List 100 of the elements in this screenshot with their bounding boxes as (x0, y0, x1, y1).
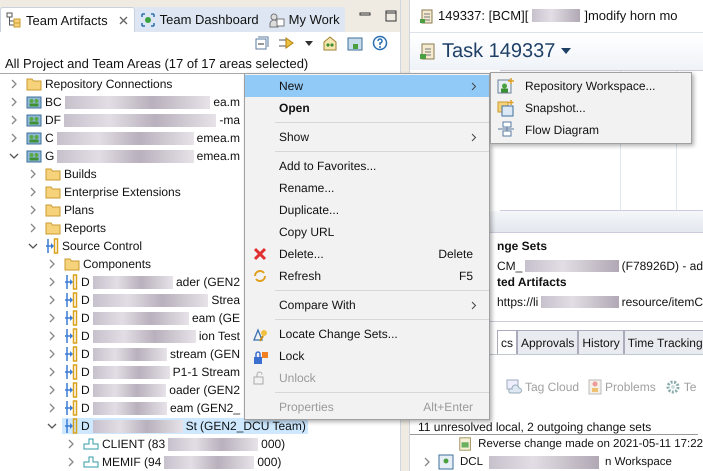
folder-icon (45, 167, 61, 181)
chevron-right-icon[interactable] (28, 187, 38, 197)
tree-label[interactable]: Repository Connections (24, 77, 242, 91)
tree-label[interactable]: Builds (43, 167, 242, 181)
tree-label-text: Strea (211, 293, 240, 307)
tree-label-text: D (81, 311, 90, 325)
tree-label[interactable]: D ion Test (62, 328, 242, 344)
stream-icon (64, 364, 78, 380)
tree-label[interactable]: BC ea.m (24, 95, 242, 109)
stream-icon (64, 292, 78, 308)
tree-label-text: Components (83, 257, 152, 271)
tree-label[interactable]: Source Control (43, 238, 242, 254)
tree-label[interactable]: D eam (GE (62, 310, 242, 326)
tree-label[interactable]: Plans (43, 203, 242, 217)
menu-item[interactable]: Add to Favorites... (245, 155, 489, 177)
tree-label[interactable]: C emea.m (24, 131, 242, 145)
chevron-right-icon[interactable] (47, 313, 57, 323)
link-text[interactable]: (F78926D) - ad (622, 259, 703, 274)
tree-label-text: P1-1 Stream (172, 365, 240, 379)
tree-label[interactable]: D oader (GEN2 (62, 382, 242, 398)
link-text[interactable]: CM_ (497, 259, 522, 274)
editor-tab[interactable]: Time Tracking (624, 330, 703, 354)
folder-icon (26, 77, 42, 91)
tree-label-text: D (81, 329, 90, 343)
collapse-all-icon[interactable] (255, 36, 269, 50)
tree-label[interactable]: Enterprise Extensions (43, 185, 242, 199)
chevron-right-icon[interactable] (66, 457, 76, 467)
problems-icon (588, 378, 602, 395)
menu-item[interactable]: New (245, 75, 489, 97)
editor-tab-title[interactable]: 149337: [BCM][ (438, 8, 528, 24)
tree-label[interactable]: D eam (GEN2_ (62, 400, 242, 416)
chevron-right-icon[interactable] (28, 223, 38, 233)
menu-item[interactable]: Lock (245, 345, 489, 367)
chevron-right-icon[interactable] (47, 403, 57, 413)
chevron-right-icon[interactable] (422, 457, 432, 468)
menu-item[interactable]: Copy URL (245, 221, 489, 243)
dropdown-caret-icon[interactable] (305, 40, 313, 46)
view-tab[interactable]: Team Artifacts (0, 7, 135, 32)
tree-label[interactable]: DF -ma (24, 113, 242, 127)
maximize-icon[interactable] (384, 10, 397, 22)
link-text[interactable]: https://li (497, 295, 538, 310)
view-tab[interactable]: Team Dashboard (134, 7, 264, 32)
dropdown-caret-icon[interactable] (561, 48, 572, 54)
menu-item[interactable]: Open (245, 97, 489, 119)
view-tab[interactable]: My Work (264, 7, 345, 32)
tree-label[interactable]: D St (GEN2_DCU Team) (62, 418, 308, 434)
flow-diagram-icon (497, 121, 515, 137)
chevron-right-icon[interactable] (9, 133, 19, 143)
chevron-right-icon[interactable] (47, 349, 57, 359)
team-area-icon (26, 113, 42, 127)
editor-tab[interactable]: History (578, 330, 624, 354)
menu-item[interactable]: Compare With (245, 294, 489, 316)
editor-tab[interactable]: Approvals (517, 330, 578, 354)
menu-item[interactable]: Show (245, 126, 489, 148)
editor-tab-title[interactable]: ]modify horn mo (584, 8, 678, 24)
chevron-right-icon[interactable] (9, 115, 19, 125)
menu-item[interactable]: Duplicate... (245, 199, 489, 221)
menu-item[interactable]: Locate Change Sets... (245, 323, 489, 345)
chevron-right-icon[interactable] (28, 205, 38, 215)
tree-label[interactable]: D P1-1 Stream (62, 364, 242, 380)
chevron-right-icon[interactable] (9, 97, 19, 107)
chevron-right-icon[interactable] (47, 277, 57, 287)
chevron-down-icon[interactable] (28, 241, 38, 251)
chevron-down-icon[interactable] (9, 151, 19, 161)
tree-label-text: 000) (257, 455, 282, 469)
change-set-label[interactable]: Reverse change made on 2021-05-11 17:22 (478, 438, 703, 450)
chevron-down-icon[interactable] (47, 421, 57, 431)
close-icon[interactable] (118, 14, 129, 26)
chevron-right-icon[interactable] (47, 295, 57, 305)
menu-item[interactable]: Delete... Delete (245, 243, 489, 265)
workspace-label[interactable]: DCL (460, 456, 484, 468)
menu-item[interactable]: Flow Diagram (491, 119, 691, 141)
tree-label[interactable]: CLIENT (83 000) (81, 437, 288, 451)
tree-label[interactable]: D ader (GEN2 (62, 274, 242, 290)
tree-label[interactable]: MEMIF (94 000) (81, 455, 284, 469)
tree-label[interactable]: G emea.m (24, 149, 242, 163)
chevron-right-icon[interactable] (47, 331, 57, 341)
editor-tab[interactable]: cs (497, 330, 517, 354)
tree-label[interactable]: Reports (43, 221, 242, 235)
menu-item[interactable]: Rename... (245, 177, 489, 199)
link-text[interactable]: resource/itemC (622, 295, 703, 310)
chevron-right-icon[interactable] (47, 385, 57, 395)
chevron-right-icon[interactable] (9, 79, 19, 89)
menu-item[interactable]: Repository Workspace... (491, 75, 691, 97)
change-set-icon (458, 436, 472, 452)
menu-item[interactable]: Refresh F5 (245, 265, 489, 287)
workspace-label[interactable]: n Workspace (605, 456, 672, 468)
team-area-icon[interactable] (322, 35, 338, 51)
chevron-right-icon[interactable] (66, 439, 76, 449)
tree-label[interactable]: D Strea (62, 292, 242, 308)
sync-arrows-icon[interactable] (278, 36, 296, 50)
chevron-right-icon[interactable] (28, 169, 38, 179)
chevron-right-icon[interactable] (47, 259, 57, 269)
help-icon[interactable] (372, 35, 388, 51)
folder-icon (64, 257, 80, 271)
tree-label[interactable]: D stream (GEN (62, 346, 242, 362)
menu-item[interactable]: Snapshot... (491, 97, 691, 119)
project-area-icon[interactable] (347, 35, 363, 51)
tree-label[interactable]: Components (62, 257, 242, 271)
chevron-right-icon[interactable] (47, 367, 57, 377)
